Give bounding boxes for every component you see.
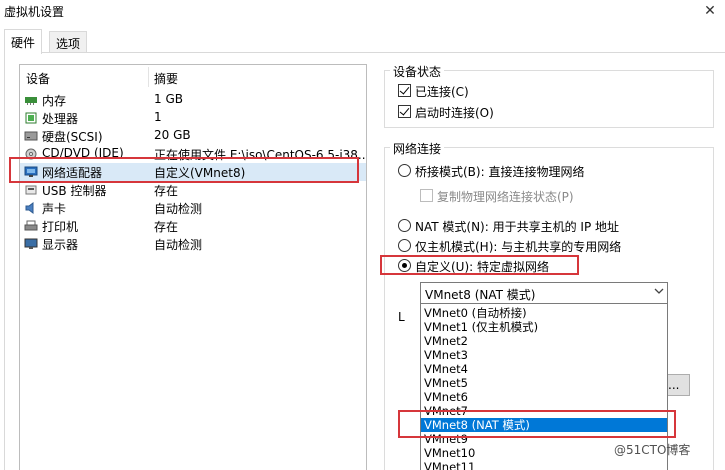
device-name: 打印机 [42, 220, 79, 234]
host-only-radio[interactable] [398, 239, 411, 252]
memory-icon [25, 97, 37, 105]
highlight-network-adapter [9, 157, 359, 183]
device-summary: 存在 [154, 220, 179, 234]
vmnet-select-value: VMnet8 (NAT 模式) [425, 288, 536, 302]
bridged-label[interactable]: 桥接模式(B): 直接连接物理网络 [415, 163, 584, 180]
device-name: 硬盘(SCSI) [42, 130, 103, 144]
tab-hardware[interactable]: 硬件 [4, 29, 43, 54]
device-row-sound[interactable]: 声卡 自动检测 [20, 199, 366, 217]
disk-icon [24, 131, 38, 141]
device-row-disk[interactable]: 硬盘(SCSI) 20 GB [20, 127, 366, 145]
vmnet-option[interactable]: VMnet11 [421, 460, 667, 470]
tab-options[interactable]: 选项 [49, 31, 88, 53]
vmnet-select[interactable]: VMnet8 (NAT 模式) [420, 282, 668, 304]
nat-radio[interactable] [398, 219, 411, 232]
advanced-button-partial[interactable]: ... [668, 374, 690, 396]
nat-label[interactable]: NAT 模式(N): 用于共享主机的 IP 地址 [415, 218, 619, 235]
advanced-button-label: ... [668, 378, 680, 392]
device-name: USB 控制器 [42, 184, 107, 198]
device-row-usb[interactable]: USB 控制器 存在 [20, 181, 366, 199]
vmnet-option[interactable]: VMnet0 (自动桥接) [421, 306, 667, 320]
device-summary: 自动检测 [154, 238, 203, 252]
highlight-vmnet8-option [398, 410, 676, 438]
device-summary: 存在 [154, 184, 179, 198]
device-summary: 1 GB [154, 92, 183, 106]
highlight-custom-option [380, 255, 579, 275]
network-connection-title: 网络连接 [390, 140, 445, 157]
connected-checkbox[interactable] [398, 84, 411, 97]
device-row-display[interactable]: 显示器 自动检测 [20, 235, 366, 253]
bridged-radio[interactable] [398, 164, 411, 177]
device-list[interactable]: 设备 摘要 内存 1 GB 处理器 1 硬盘(SCSI) 20 GB CD/DV… [19, 64, 367, 470]
device-summary: 自动检测 [154, 202, 203, 216]
tab-bar: 硬件 选项 [0, 29, 725, 54]
host-only-label[interactable]: 仅主机模式(H): 与主机共享的专用网络 [415, 238, 621, 255]
device-row-memory[interactable]: 内存 1 GB [20, 91, 366, 109]
connected-label[interactable]: 已连接(C) [415, 83, 469, 100]
device-summary: 20 GB [154, 128, 191, 142]
title-bar: 虚拟机设置 ✕ [0, 0, 725, 28]
window-title: 虚拟机设置 [4, 5, 65, 19]
vmnet-option[interactable]: VMnet5 [421, 376, 667, 390]
replicate-state-label[interactable]: 复制物理网络连接状态(P) [437, 188, 574, 205]
device-name: 显示器 [42, 238, 79, 252]
chevron-down-icon[interactable] [654, 286, 664, 299]
connect-on-start-checkbox[interactable] [398, 105, 411, 118]
column-separator [148, 67, 149, 87]
connect-on-start-label[interactable]: 启动时连接(O) [415, 104, 494, 121]
device-row-printer[interactable]: 打印机 存在 [20, 217, 366, 235]
vmnet-option[interactable]: VMnet4 [421, 362, 667, 376]
device-name: 声卡 [42, 202, 67, 216]
sound-icon [25, 202, 34, 214]
column-device[interactable]: 设备 [26, 70, 50, 87]
vmnet-option[interactable]: VMnet3 [421, 348, 667, 362]
device-summary: 1 [154, 110, 162, 124]
close-icon[interactable]: ✕ [695, 0, 725, 24]
device-row-cpu[interactable]: 处理器 1 [20, 109, 366, 127]
vmnet-option[interactable]: VMnet1 (仅主机模式) [421, 320, 667, 334]
usb-icon [25, 185, 37, 195]
device-name: 内存 [42, 94, 67, 108]
column-summary[interactable]: 摘要 [154, 70, 178, 87]
cpu-icon [25, 112, 37, 124]
monitor-icon [24, 238, 38, 249]
lan-segment-radio-partial[interactable]: L [398, 310, 405, 324]
vmnet-option[interactable]: VMnet2 [421, 334, 667, 348]
vmnet-option[interactable]: VMnet6 [421, 390, 667, 404]
watermark: @51CTO博客 [614, 443, 691, 457]
device-status-title: 设备状态 [390, 63, 445, 80]
printer-icon [24, 220, 38, 231]
replicate-state-checkbox[interactable] [420, 189, 433, 202]
device-list-header: 设备 摘要 [20, 65, 366, 89]
device-name: 处理器 [42, 112, 79, 126]
